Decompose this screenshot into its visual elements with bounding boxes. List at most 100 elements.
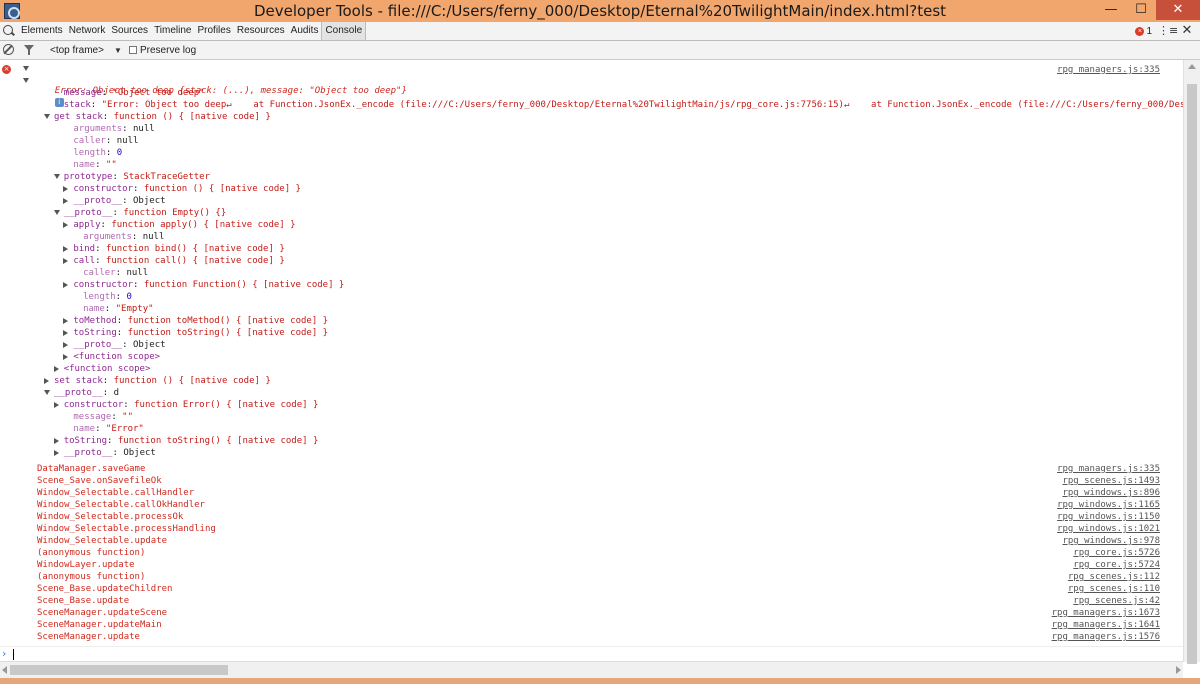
tree-property[interactable]: set stack: function () { [native code] }: [54, 375, 271, 387]
property-value: "": [105, 160, 117, 170]
stack-frame-source-link[interactable]: rpg_scenes.js:112: [1068, 571, 1160, 583]
dock-side-icon[interactable]: ⋮≡: [1158, 24, 1178, 38]
expand-triangle-icon[interactable]: [63, 282, 69, 288]
tree-property[interactable]: apply: function apply() { [native code] …: [73, 219, 295, 231]
close-devtools-icon[interactable]: ✕: [1180, 24, 1194, 38]
prompt-chevron-icon: ›: [2, 647, 7, 660]
stack-frame-source-link[interactable]: rpg_managers.js:1576: [1052, 631, 1160, 643]
stack-frame-source-link[interactable]: rpg_windows.js:1021: [1057, 523, 1160, 535]
tab-network[interactable]: Network: [66, 22, 109, 40]
collapse-triangle-icon[interactable]: [44, 390, 50, 395]
stack-frame: (anonymous function): [37, 572, 146, 582]
scrollbar-thumb[interactable]: [10, 665, 228, 675]
property-key: name: [73, 424, 96, 434]
error-icon: ×: [2, 65, 11, 74]
expand-triangle-icon[interactable]: [63, 354, 69, 360]
expand-triangle-icon[interactable]: [63, 342, 69, 348]
property-value: null: [116, 136, 139, 146]
frame-dropdown-icon[interactable]: ▼: [114, 41, 122, 60]
scrollbar-thumb[interactable]: [1187, 84, 1197, 664]
expand-triangle-icon[interactable]: [53, 450, 59, 456]
stack-frame-source-link[interactable]: rpg_core.js:5724: [1073, 559, 1160, 571]
tab-sources[interactable]: Sources: [108, 22, 151, 40]
frame-selector[interactable]: <top frame>: [50, 41, 104, 60]
stack-frame-source-link[interactable]: rpg_windows.js:978: [1062, 535, 1160, 547]
tree-property[interactable]: get stack: function () { [native code] }: [54, 111, 271, 123]
stack-frame-source-link[interactable]: rpg_managers.js:1673: [1052, 607, 1160, 619]
tree-property[interactable]: bind: function bind() { [native code] }: [73, 243, 284, 255]
tab-audits[interactable]: Audits: [288, 22, 322, 40]
property-key: __proto__: [54, 388, 103, 398]
tree-property[interactable]: toString: function toString() { [native …: [73, 327, 328, 339]
inspect-search-icon[interactable]: [3, 25, 13, 35]
tree-property[interactable]: __proto__: d: [54, 387, 119, 399]
info-icon[interactable]: i: [54, 98, 64, 107]
stack-frame-source-link[interactable]: rpg_core.js:5726: [1073, 547, 1160, 559]
tree-property[interactable]: <function scope>: [73, 351, 160, 363]
property-key: __proto__: [63, 448, 113, 458]
expand-triangle-icon[interactable]: [53, 402, 59, 408]
clear-console-icon[interactable]: [3, 44, 14, 55]
expand-triangle-icon[interactable]: [63, 258, 69, 264]
stack-frame-source-link[interactable]: rpg_managers.js:335: [1057, 463, 1160, 475]
tab-resources[interactable]: Resources: [234, 22, 288, 40]
stack-frame-source-link[interactable]: rpg_windows.js:1150: [1057, 511, 1160, 523]
tree-property[interactable]: toMethod: function toMethod() { [native …: [73, 315, 328, 327]
tree-property[interactable]: toString: function toString() { [native …: [64, 435, 319, 447]
expand-triangle-icon[interactable]: [53, 438, 59, 444]
tree-property[interactable]: __proto__: function Empty() {}: [64, 207, 227, 219]
collapse-triangle-icon[interactable]: [53, 174, 60, 179]
close-button[interactable]: ✕: [1156, 0, 1200, 20]
expand-triangle-icon[interactable]: [23, 66, 29, 71]
tree-property[interactable]: __proto__: Object: [64, 447, 156, 459]
minimize-button[interactable]: —: [1096, 0, 1126, 20]
tab-elements[interactable]: Elements: [18, 22, 66, 40]
maximize-button[interactable]: ☐: [1126, 0, 1156, 20]
tree-property[interactable]: __proto__: Object: [73, 195, 165, 207]
collapse-triangle-icon[interactable]: [44, 114, 50, 119]
error-header[interactable]: Error: Object too deep {stack: (...), me…: [33, 73, 407, 107]
tree-property[interactable]: <function scope>: [64, 363, 151, 375]
tab-console[interactable]: Console: [321, 22, 367, 40]
property-key: constructor: [73, 184, 133, 194]
tab-profiles[interactable]: Profiles: [194, 22, 233, 40]
stack-frame-source-link[interactable]: rpg_windows.js:1165: [1057, 499, 1160, 511]
tree-property[interactable]: constructor: function Function() { [nati…: [73, 279, 344, 291]
stack-frame: Scene_Save.onSavefileOk: [37, 476, 162, 486]
tree-property[interactable]: __proto__: Object: [73, 339, 165, 351]
expand-triangle-icon[interactable]: [63, 318, 69, 324]
expand-triangle-icon[interactable]: [63, 246, 69, 252]
filter-icon[interactable]: [24, 45, 34, 55]
scroll-up-icon[interactable]: [1188, 64, 1196, 69]
tree-property[interactable]: constructor: function () { [native code]…: [73, 183, 301, 195]
stack-frame-source-link[interactable]: rpg_managers.js:1641: [1052, 619, 1160, 631]
tab-timeline[interactable]: Timeline: [151, 22, 194, 40]
tree-property[interactable]: constructor: function Error() { [native …: [64, 399, 319, 411]
console-filterbar: <top frame> ▼ Preserve log: [0, 41, 1200, 60]
expand-triangle-icon[interactable]: [63, 186, 69, 192]
expand-triangle-icon[interactable]: [44, 378, 49, 384]
horizontal-scrollbar[interactable]: [0, 661, 1183, 678]
tree-property[interactable]: prototype: StackTraceGetter: [64, 171, 210, 183]
preserve-log-checkbox[interactable]: [129, 46, 137, 54]
stack-frame-source-link[interactable]: rpg_scenes.js:42: [1073, 595, 1160, 607]
window-titlebar: Developer Tools - file:///C:/Users/ferny…: [0, 0, 1200, 22]
tree-property: caller: null: [83, 268, 149, 278]
stack-frame-source-link[interactable]: rpg_scenes.js:110: [1068, 583, 1160, 595]
error-source-link[interactable]: rpg_managers.js:335: [1057, 64, 1160, 76]
collapse-triangle-icon[interactable]: [53, 210, 60, 215]
property-value: null: [133, 124, 155, 134]
vertical-scrollbar[interactable]: [1183, 60, 1200, 664]
error-counter[interactable]: × 1: [1135, 26, 1152, 37]
stack-frame-source-link[interactable]: rpg_scenes.js:1493: [1062, 475, 1160, 487]
scroll-left-icon[interactable]: [2, 666, 7, 674]
expand-triangle-icon[interactable]: [63, 198, 69, 204]
expand-triangle-icon[interactable]: [23, 78, 29, 83]
expand-triangle-icon[interactable]: [63, 222, 69, 228]
scroll-right-icon[interactable]: [1176, 666, 1181, 674]
console-prompt[interactable]: ›: [0, 646, 1183, 660]
tree-property[interactable]: call: function call() { [native code] }: [73, 255, 284, 267]
stack-frame-source-link[interactable]: rpg_windows.js:896: [1062, 487, 1160, 499]
expand-triangle-icon[interactable]: [53, 366, 59, 372]
expand-triangle-icon[interactable]: [63, 330, 69, 336]
